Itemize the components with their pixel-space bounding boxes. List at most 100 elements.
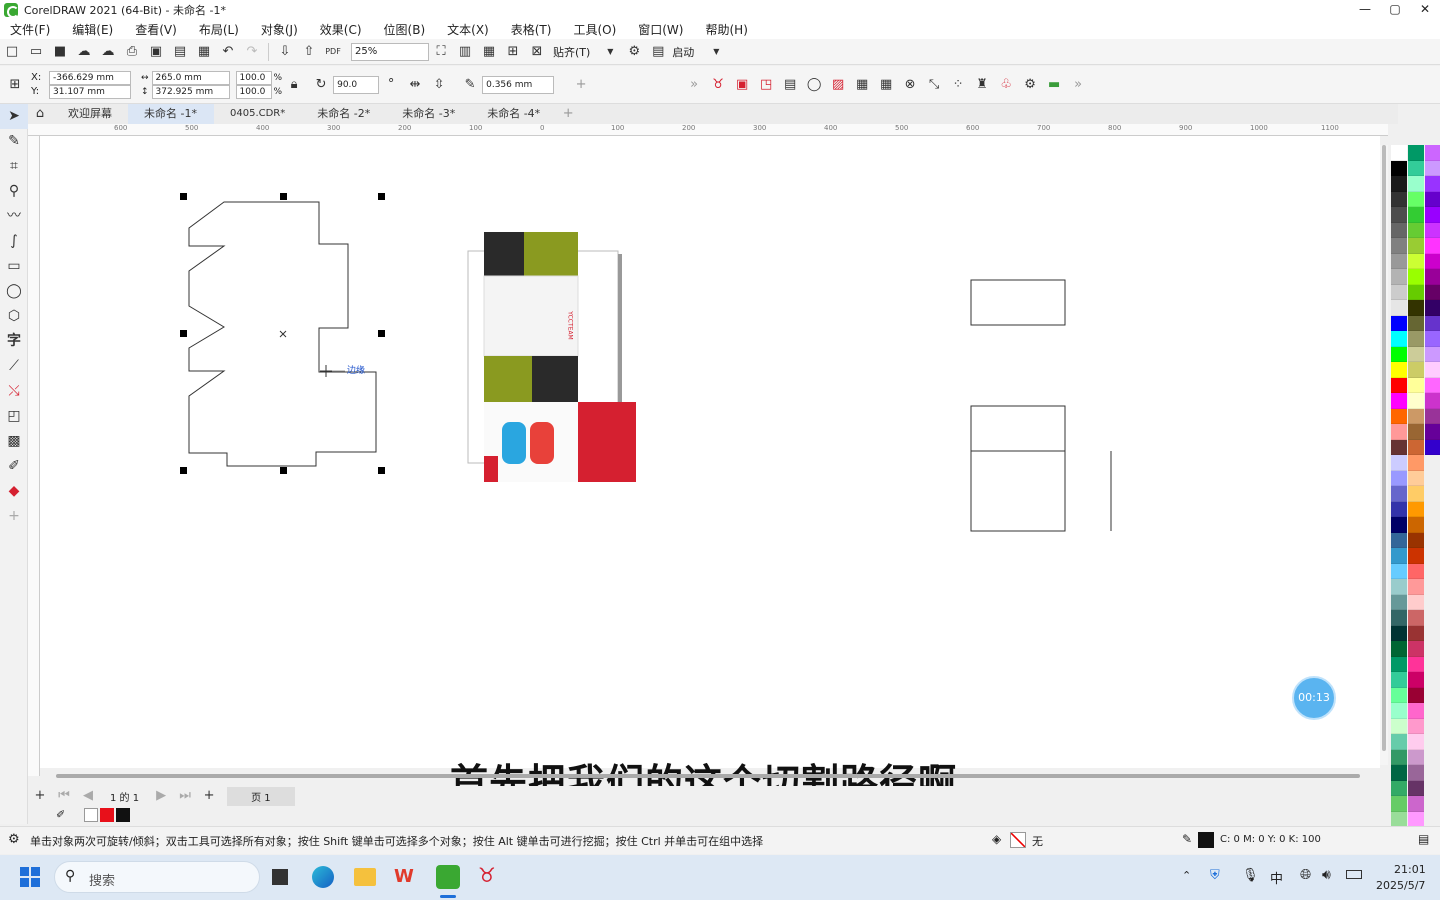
- color-swatch[interactable]: [1425, 253, 1440, 269]
- tab-untitled-2[interactable]: 未命名 -2*: [301, 104, 386, 124]
- color-swatch[interactable]: [1391, 780, 1407, 796]
- color-swatch[interactable]: [1391, 331, 1407, 347]
- color-swatch[interactable]: [1408, 455, 1424, 471]
- color-swatch[interactable]: [1425, 207, 1440, 223]
- color-swatch[interactable]: [1391, 672, 1407, 688]
- file-explorer-icon[interactable]: [354, 868, 376, 886]
- tab-0405-cdr[interactable]: 0405.CDR*: [214, 104, 301, 124]
- wps-office-icon[interactable]: W: [394, 866, 414, 887]
- cloud-open-icon[interactable]: ☁: [75, 43, 93, 61]
- color-swatch[interactable]: [1391, 610, 1407, 626]
- color-swatch[interactable]: [1425, 439, 1440, 455]
- color-swatch[interactable]: [1391, 408, 1407, 424]
- color-swatch[interactable]: [1391, 207, 1407, 223]
- coreldraw-taskbar-icon[interactable]: [436, 865, 460, 889]
- dimension-tool-icon[interactable]: ⟋: [0, 354, 28, 379]
- color-swatch[interactable]: [1391, 377, 1407, 393]
- color-swatch[interactable]: [1425, 315, 1440, 331]
- crop-tool-icon[interactable]: ⌗: [0, 154, 28, 179]
- color-swatch[interactable]: [1391, 517, 1407, 533]
- color-swatch[interactable]: [1408, 408, 1424, 424]
- dots-icon[interactable]: ⁘: [949, 76, 967, 94]
- ellipse-tool-icon[interactable]: ◯: [0, 279, 28, 304]
- publish-pdf-icon[interactable]: PDF: [324, 43, 342, 61]
- mirror-vertical-icon[interactable]: ⇳: [430, 76, 448, 94]
- fill-tool-icon[interactable]: ◆: [0, 479, 28, 504]
- horizontal-ruler[interactable]: 600 500 400 300 200 100 0 100 200 300 400 500 600 700…: [28, 124, 1388, 136]
- grid-fill-icon[interactable]: ▦: [853, 76, 871, 94]
- color-swatch[interactable]: [1408, 672, 1424, 688]
- rotate-icon[interactable]: ↻: [312, 76, 330, 94]
- color-swatch[interactable]: [1408, 284, 1424, 300]
- taskbar-search[interactable]: ⚲ 搜索: [54, 861, 260, 893]
- color-swatch[interactable]: [1408, 610, 1424, 626]
- color-swatch[interactable]: [1408, 191, 1424, 207]
- color-swatch[interactable]: [1408, 548, 1424, 564]
- color-swatch[interactable]: [1391, 734, 1407, 750]
- plugin-bull-taskbar-icon[interactable]: ♉: [478, 863, 496, 887]
- ime-indicator[interactable]: 中: [1270, 868, 1283, 887]
- eyedropper-icon[interactable]: ✐: [56, 808, 65, 821]
- cloud-upload-icon[interactable]: ☁: [99, 43, 117, 61]
- object-origin-icon[interactable]: ⊞: [6, 76, 24, 94]
- palette-column-left[interactable]: [1391, 145, 1407, 827]
- frame-add-icon[interactable]: ◳: [757, 76, 775, 94]
- start-windows-icon[interactable]: [20, 867, 40, 887]
- menu-file[interactable]: 文件(F): [10, 21, 50, 38]
- microphone-icon[interactable]: 🎙︎: [1242, 868, 1259, 883]
- mirror-horizontal-icon[interactable]: ⇹: [406, 76, 424, 94]
- color-swatch[interactable]: [1408, 253, 1424, 269]
- color-swatch[interactable]: [1425, 145, 1440, 161]
- color-swatch[interactable]: [1391, 532, 1407, 548]
- clock-time[interactable]: 21:01: [1394, 863, 1426, 876]
- color-swatch[interactable]: [1425, 238, 1440, 254]
- polygon-tool-icon[interactable]: ⬡: [0, 304, 28, 329]
- minimize-button[interactable]: —: [1350, 0, 1380, 19]
- copy-icon[interactable]: ▤: [171, 43, 189, 61]
- page-tab[interactable]: 页 1: [227, 786, 295, 806]
- table-icon[interactable]: ▦: [877, 76, 895, 94]
- launch-dropdown[interactable]: 启动: [672, 44, 694, 60]
- panel-toggle-icon[interactable]: ▤: [1418, 832, 1429, 846]
- print-icon[interactable]: ⎙: [123, 43, 141, 61]
- color-swatch[interactable]: [1408, 377, 1424, 393]
- color-swatch[interactable]: [1391, 424, 1407, 440]
- add-page-end-icon[interactable]: +: [200, 787, 218, 805]
- close-button[interactable]: ✕: [1410, 0, 1440, 19]
- color-swatch[interactable]: [1425, 362, 1440, 378]
- scale-width-input[interactable]: 100.0: [235, 70, 272, 85]
- color-swatch[interactable]: [1408, 331, 1424, 347]
- color-swatch[interactable]: [1425, 408, 1440, 424]
- color-swatch[interactable]: [1391, 191, 1407, 207]
- color-swatch[interactable]: [1391, 749, 1407, 765]
- eyedropper-tool-icon[interactable]: ✐: [0, 454, 28, 479]
- security-icon[interactable]: ⛨: [1210, 868, 1220, 883]
- barcode-icon[interactable]: ▬: [1045, 76, 1063, 94]
- color-swatch[interactable]: [1408, 315, 1424, 331]
- redo-icon[interactable]: ↷: [243, 43, 261, 61]
- menu-view[interactable]: 查看(V): [135, 21, 177, 38]
- color-swatch[interactable]: [1391, 300, 1407, 316]
- red-swatch[interactable]: [100, 808, 114, 822]
- color-swatch[interactable]: [1425, 331, 1440, 347]
- color-swatch[interactable]: [1425, 284, 1440, 300]
- color-swatch[interactable]: [1425, 393, 1440, 409]
- color-swatch[interactable]: [1408, 765, 1424, 781]
- rulers-icon[interactable]: ⊞: [504, 43, 522, 61]
- freehand-tool-icon[interactable]: 〰: [0, 204, 28, 229]
- color-swatch[interactable]: [1408, 486, 1424, 502]
- height-input[interactable]: 372.925 mm: [151, 84, 230, 99]
- export-icon[interactable]: ⇧: [300, 43, 318, 61]
- color-swatch[interactable]: [1408, 625, 1424, 641]
- tab-untitled-3[interactable]: 未命名 -3*: [386, 104, 471, 124]
- menu-bitmaps[interactable]: 位图(B): [384, 21, 426, 38]
- palette-column-third[interactable]: [1425, 145, 1440, 455]
- color-swatch[interactable]: [1391, 253, 1407, 269]
- text-tool-icon[interactable]: 字: [0, 329, 28, 354]
- color-swatch[interactable]: [1408, 734, 1424, 750]
- no-color-swatch[interactable]: [84, 808, 98, 822]
- color-swatch[interactable]: [1425, 191, 1440, 207]
- color-swatch[interactable]: [1425, 222, 1440, 238]
- color-swatch[interactable]: [1408, 749, 1424, 765]
- color-swatch[interactable]: [1408, 222, 1424, 238]
